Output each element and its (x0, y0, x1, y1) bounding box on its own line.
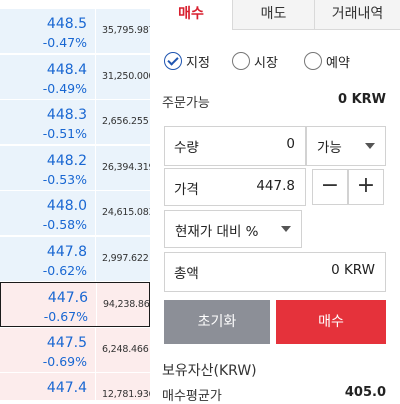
orderbook-volume: 94,238.862 (103, 299, 151, 310)
orderbook-change-percent: -0.69% (42, 353, 87, 369)
order-type-reserve-label: 예약 (326, 55, 350, 71)
tab-history[interactable]: 거래내역 (314, 0, 400, 30)
orderbook-row[interactable]: 448.2 -0.53% 26,394.319 (0, 145, 151, 191)
price-cell: 447.8 -0.62% (0, 236, 96, 281)
orderbook-price: 447.6 (47, 290, 88, 306)
orderbook-volume: 6,248.466 (102, 343, 149, 355)
orderbook-price: 447.5 (46, 334, 87, 351)
buy-button[interactable]: 매수 (276, 300, 386, 344)
orderbook-price: 448.4 (46, 61, 87, 78)
price-cell: 448.2 -0.53% (0, 145, 96, 190)
price-cell: 448.4 -0.49% (0, 54, 96, 99)
radio-icon (304, 52, 322, 70)
orderbook-volume: 12,781.936 (102, 389, 151, 400)
price-label: 가격 (174, 182, 199, 198)
total-label: 총액 (174, 266, 199, 282)
quantity-label: 수량 (174, 140, 199, 156)
quantity-value: 0 (286, 136, 295, 152)
price-increase-button[interactable]: + (348, 169, 384, 205)
orderbook-price: 447.4 (46, 380, 87, 396)
orderbook-row[interactable]: 447.8 -0.62% 2,997.622 (0, 236, 150, 282)
chevron-down-icon (281, 226, 291, 232)
avg-price-value: 405.0 (344, 385, 386, 400)
orderbook-row[interactable]: 448.5 -0.47% 35,795.987 (0, 9, 150, 54)
quantity-select[interactable]: 가능 (306, 126, 386, 166)
price-cell: 448.3 -0.51% (0, 100, 96, 144)
orderbook-row[interactable]: 448.4 -0.49% 31,250.000 (0, 54, 151, 100)
order-type-limit-label: 지정 (186, 55, 210, 71)
available-value: 0 KRW (338, 92, 386, 107)
radio-icon (232, 52, 250, 70)
orderbook-change-percent: -0.49% (42, 80, 87, 96)
order-type-limit[interactable]: 지정 (164, 50, 210, 72)
pct-select-text: 현재가 대비 % (175, 224, 259, 240)
orderbook-change-percent: -0.58% (42, 217, 87, 232)
total-field[interactable]: 총액 0 KRW (164, 252, 386, 292)
pct-select[interactable]: 현재가 대비 % (164, 210, 302, 248)
price-field[interactable]: 가격 447.8 (164, 168, 306, 206)
orderbook-row[interactable]: 447.4-0.71% 12,781.936 (0, 373, 150, 400)
price-decrease-button[interactable]: − (312, 169, 348, 205)
orderbook-change-percent: -0.67% (43, 309, 88, 324)
orderbook: 448.5 -0.47% 35,795.987 448.4 -0.49% 31,250.0… (0, 0, 151, 400)
orderbook-volume: 2,997.622 (102, 252, 149, 264)
price-value: 447.8 (256, 178, 295, 194)
orderbook-volume: 31,250.000 (102, 70, 151, 82)
avg-price-label: 매수평균가 (162, 389, 222, 404)
orderbook-row[interactable]: 448.0 -0.58% 24,615.083 (0, 191, 150, 236)
tab-sell[interactable]: 매도 (232, 0, 314, 30)
orderbook-row[interactable]: 447.5 -0.69% 6,248.466 (0, 327, 150, 373)
orderbook-change-percent: -0.62% (42, 262, 87, 278)
quantity-select-text: 가능 (317, 140, 342, 156)
orderbook-volume: 2,656.255 (102, 116, 149, 127)
orderbook-price: 448.5 (46, 16, 87, 32)
price-cell: 447.6 -0.67% (1, 283, 97, 326)
orderbook-change-percent: -0.47% (42, 35, 87, 50)
orderbook-volume: 35,795.987 (102, 25, 151, 36)
available-label: 주문가능 (162, 96, 210, 111)
order-type-reserve[interactable]: 예약 (304, 50, 350, 72)
orderbook-price: 448.0 (46, 198, 87, 214)
price-cell: 448.5 -0.47% (0, 9, 96, 53)
order-type-market[interactable]: 시장 (232, 50, 278, 72)
orderbook-change-percent: -0.51% (42, 126, 87, 141)
order-type-market-label: 시장 (254, 55, 278, 71)
tab-buy[interactable]: 매수 (150, 0, 232, 30)
price-cell: 448.0 -0.58% (0, 191, 96, 235)
chevron-down-icon (365, 143, 375, 149)
total-value: 0 KRW (331, 262, 375, 278)
quantity-field[interactable]: 수량 0 (164, 126, 306, 166)
checked-radio-icon (164, 52, 182, 70)
orderbook-row[interactable]: 447.6 -0.67% 94,238.862 (0, 282, 150, 327)
holdings-title: 보유자산(KRW) (162, 363, 257, 379)
orderbook-row[interactable]: 448.3 -0.51% 2,656.255 (0, 100, 150, 145)
orderbook-change-percent: -0.53% (42, 171, 87, 187)
orderbook-price: 448.3 (46, 107, 87, 123)
orderbook-volume: 26,394.319 (102, 161, 151, 173)
orderbook-price: 447.8 (46, 243, 87, 260)
reset-button[interactable]: 초기화 (164, 300, 270, 344)
orderbook-price: 448.2 (46, 152, 87, 169)
order-panel: 매수 매도 거래내역 지정 시장 예약 주문가능 0 KRW 수량 0 가능 가… (150, 0, 400, 404)
orderbook-volume: 24,615.083 (102, 207, 151, 218)
price-cell: 447.4-0.71% (0, 373, 96, 400)
price-cell: 447.5 -0.69% (0, 327, 96, 372)
